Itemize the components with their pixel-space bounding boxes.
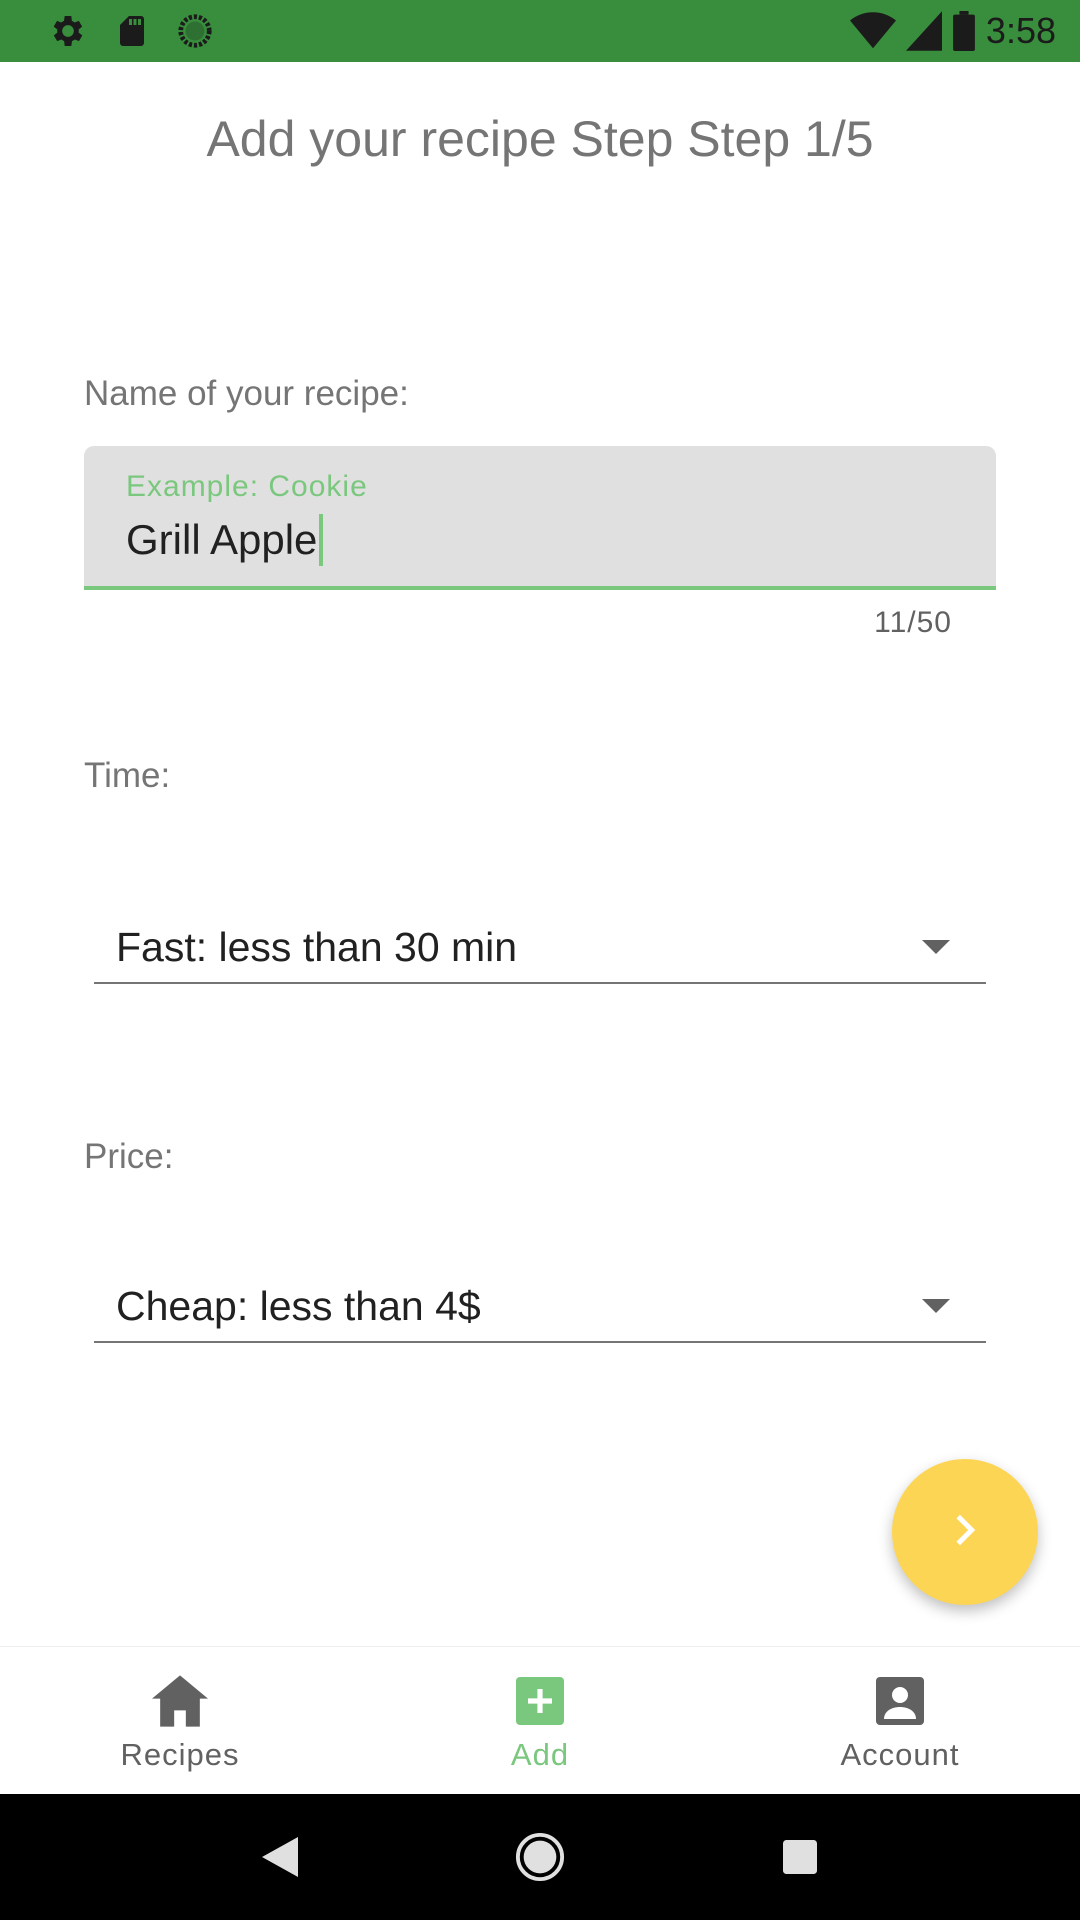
status-bar: 3:58	[0, 0, 1080, 62]
chevron-down-icon	[922, 940, 950, 954]
home-icon	[152, 1675, 208, 1727]
status-icons-left	[48, 11, 240, 51]
recipe-name-value-wrap: Grill Apple	[126, 514, 324, 566]
add-box-icon	[516, 1675, 564, 1727]
sync-icon	[176, 12, 214, 50]
cell-signal-icon	[905, 11, 942, 51]
wifi-icon	[849, 11, 896, 51]
nav-label-account: Account	[840, 1737, 960, 1772]
back-icon[interactable]	[240, 1817, 320, 1897]
time-select-value: Fast: less than 30 min	[116, 923, 518, 970]
recents-icon[interactable]	[760, 1817, 840, 1897]
home-circle-icon[interactable]	[500, 1817, 580, 1897]
text-caret	[319, 514, 324, 566]
nav-label-add: Add	[510, 1737, 570, 1772]
system-navigation-bar	[0, 1794, 1080, 1920]
price-select-value: Cheap: less than 4$	[116, 1282, 481, 1329]
nav-item-account[interactable]: Account	[720, 1647, 1080, 1794]
chevron-right-icon	[945, 1510, 985, 1555]
nav-item-add[interactable]: Add	[360, 1647, 720, 1794]
nav-item-recipes[interactable]: Recipes	[0, 1647, 360, 1794]
recipe-name-input[interactable]: Example: Cookie Grill Apple	[84, 446, 996, 590]
recipe-name-placeholder: Example: Cookie	[126, 470, 368, 503]
time-select[interactable]: Fast: less than 30 min	[94, 912, 986, 984]
account-box-icon	[876, 1675, 924, 1727]
status-icons-right: 3:58	[840, 10, 1056, 52]
battery-icon	[952, 11, 976, 51]
price-select[interactable]: Cheap: less than 4$	[94, 1271, 986, 1343]
chevron-down-icon	[922, 1299, 950, 1313]
bottom-navigation: Recipes Add Account	[0, 1646, 1080, 1794]
next-step-button[interactable]	[892, 1459, 1038, 1605]
sd-card-icon	[114, 11, 150, 51]
price-label: Price:	[84, 1137, 174, 1176]
page-title: Add your recipe Step Step 1/5	[206, 111, 874, 167]
recipe-name-label: Name of your recipe:	[84, 374, 409, 413]
status-time: 3:58	[985, 10, 1056, 51]
nav-label-recipes: Recipes	[120, 1737, 240, 1772]
recipe-name-value: Grill Apple	[126, 516, 318, 563]
settings-icon	[48, 11, 88, 51]
time-label: Time:	[84, 756, 171, 795]
character-counter: 11/50	[874, 606, 952, 639]
